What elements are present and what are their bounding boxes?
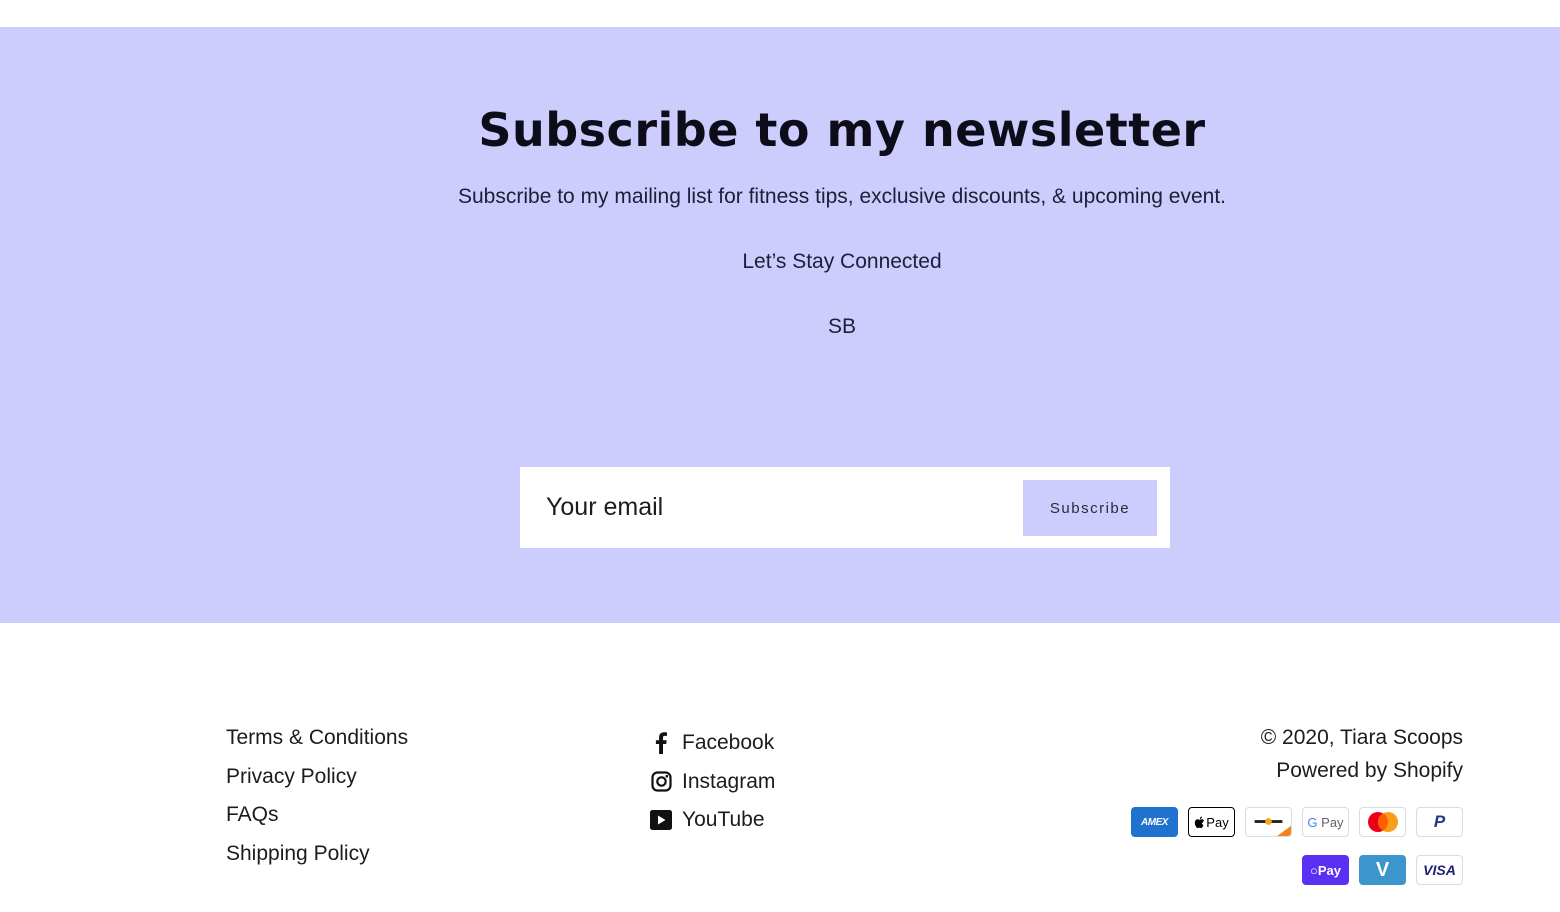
footer-link-terms[interactable]: Terms & Conditions	[226, 724, 408, 763]
copyright-label: © 2020, Tiara Scoops	[1260, 726, 1463, 749]
copyright-text: © 2020, Tiara Scoops	[1261, 724, 1463, 757]
shop-pay-icon: ○Pay	[1302, 855, 1349, 885]
paypal-label: P	[1433, 812, 1446, 831]
newsletter-connect-text: Let’s Stay Connected	[742, 250, 942, 273]
powered-by-shopify-link[interactable]: Powered by Shopify	[1261, 757, 1463, 790]
paypal-icon: P	[1416, 807, 1463, 837]
subscribe-button[interactable]: Subscribe	[1023, 480, 1157, 536]
social-links: Facebook Instagram YouTube	[650, 724, 775, 840]
newsletter-signature: SB	[827, 315, 856, 338]
visa-icon: VISA	[1416, 855, 1463, 885]
mastercard-icon	[1359, 807, 1406, 837]
social-label-instagram: Instagram	[682, 769, 776, 793]
payment-icons-row-1: AMEX Pay G Pay P	[1131, 807, 1463, 837]
facebook-icon	[650, 732, 672, 755]
newsletter-section: Subscribe to my newsletter Subscribe to …	[0, 27, 1560, 623]
visa-label: VISA	[1423, 862, 1456, 878]
amex-label: AMEX	[1141, 816, 1168, 828]
footer-link-shipping[interactable]: Shipping Policy	[226, 840, 408, 879]
social-label-youtube: YouTube	[682, 808, 765, 832]
amex-icon: AMEX	[1131, 807, 1178, 837]
instagram-icon	[650, 771, 672, 793]
youtube-icon	[650, 809, 672, 831]
social-label-facebook: Facebook	[682, 731, 775, 755]
footer-link-faqs[interactable]: FAQs	[226, 801, 408, 840]
newsletter-form: Subscribe	[520, 467, 1170, 548]
email-input[interactable]	[520, 467, 1020, 548]
apple-pay-icon: Pay	[1188, 807, 1235, 837]
footer-meta: © 2020, Tiara Scoops Powered by Shopify	[1261, 724, 1463, 790]
newsletter-subtitle: Subscribe to my mailing list for fitness…	[458, 185, 1226, 208]
social-link-youtube[interactable]: YouTube	[650, 801, 775, 840]
shop-pay-label: Pay	[1317, 862, 1341, 878]
venmo-label: V	[1375, 858, 1390, 881]
diners-icon	[1245, 807, 1292, 837]
payment-icons-row-2: ○Pay V VISA	[1302, 855, 1463, 885]
footer-links: Terms & Conditions Privacy Policy FAQs S…	[226, 724, 408, 878]
newsletter-title: Subscribe to my newsletter	[478, 103, 1206, 157]
social-link-facebook[interactable]: Facebook	[650, 724, 775, 763]
footer-link-privacy[interactable]: Privacy Policy	[226, 763, 408, 802]
google-pay-icon: G Pay	[1302, 807, 1349, 837]
google-pay-label: Pay	[1317, 814, 1344, 830]
venmo-icon: V	[1359, 855, 1406, 885]
apple-pay-label: Pay	[1206, 814, 1229, 830]
social-link-instagram[interactable]: Instagram	[650, 763, 775, 802]
